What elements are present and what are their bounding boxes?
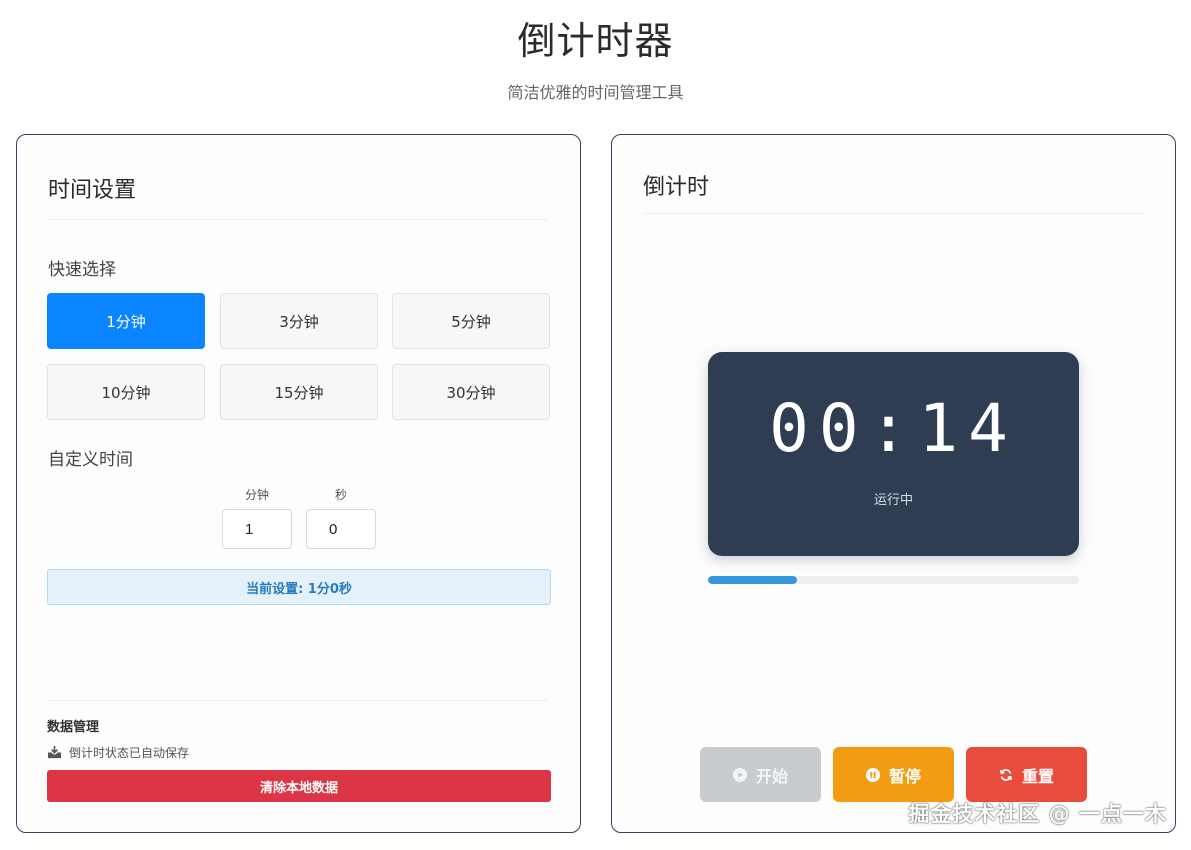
clear-local-data-button[interactable]: 清除本地数据 — [47, 770, 551, 802]
seconds-label: 秒 — [334, 488, 347, 502]
timer-display: 00:14 运行中 — [708, 352, 1079, 556]
progress-fill — [708, 576, 798, 584]
pause-button[interactable]: 暂停 — [833, 747, 954, 802]
minutes-label: 分钟 — [244, 488, 269, 502]
timer-status: 运行中 — [873, 493, 913, 508]
timer-digits: 00:14 — [769, 390, 1018, 467]
settings-card: 时间设置 快速选择 1分钟 3分钟 5分钟 10分钟 15分钟 30分钟 自定义… — [16, 134, 581, 833]
countdown-divider — [643, 213, 1144, 214]
preset-30min-button[interactable]: 30分钟 — [392, 364, 550, 420]
current-setting-banner: 当前设置: 1分0秒 — [47, 569, 551, 605]
pause-label: 暂停 — [888, 766, 921, 786]
pause-icon — [865, 767, 880, 782]
seconds-input[interactable] — [306, 509, 376, 549]
minutes-input[interactable] — [222, 509, 292, 549]
refresh-icon — [999, 768, 1013, 781]
settings-divider — [48, 219, 549, 220]
preset-15min-button[interactable]: 15分钟 — [220, 364, 378, 420]
settings-title: 时间设置 — [48, 178, 137, 203]
countdown-card: 倒计时 00:14 运行中 开始 暂停 重置 — [611, 134, 1176, 833]
data-divider — [48, 700, 549, 701]
start-button[interactable]: 开始 — [700, 747, 821, 802]
data-management-title: 数据管理 — [47, 720, 100, 735]
save-note-text: 倒计时状态已自动保存 — [69, 746, 190, 760]
play-icon — [732, 767, 747, 782]
custom-time-label: 自定义时间 — [48, 450, 133, 470]
page-title: 倒计时器 — [517, 19, 674, 63]
reset-label: 重置 — [1021, 766, 1054, 786]
preset-3min-button[interactable]: 3分钟 — [220, 293, 378, 349]
download-save-icon — [47, 745, 62, 758]
quick-select-label: 快速选择 — [48, 260, 116, 280]
save-status: 倒计时状态已自动保存 — [47, 744, 189, 761]
start-label: 开始 — [755, 766, 788, 786]
reset-button[interactable]: 重置 — [966, 747, 1087, 802]
preset-5min-button[interactable]: 5分钟 — [392, 293, 550, 349]
preset-10min-button[interactable]: 10分钟 — [47, 364, 205, 420]
progress-bar — [708, 576, 1079, 584]
countdown-title: 倒计时 — [643, 175, 710, 200]
preset-1min-button[interactable]: 1分钟 — [47, 293, 205, 349]
page-subtitle: 简洁优雅的时间管理工具 — [507, 83, 684, 102]
watermark: 掘金技术社区 @ 一点一木 — [908, 802, 1167, 826]
